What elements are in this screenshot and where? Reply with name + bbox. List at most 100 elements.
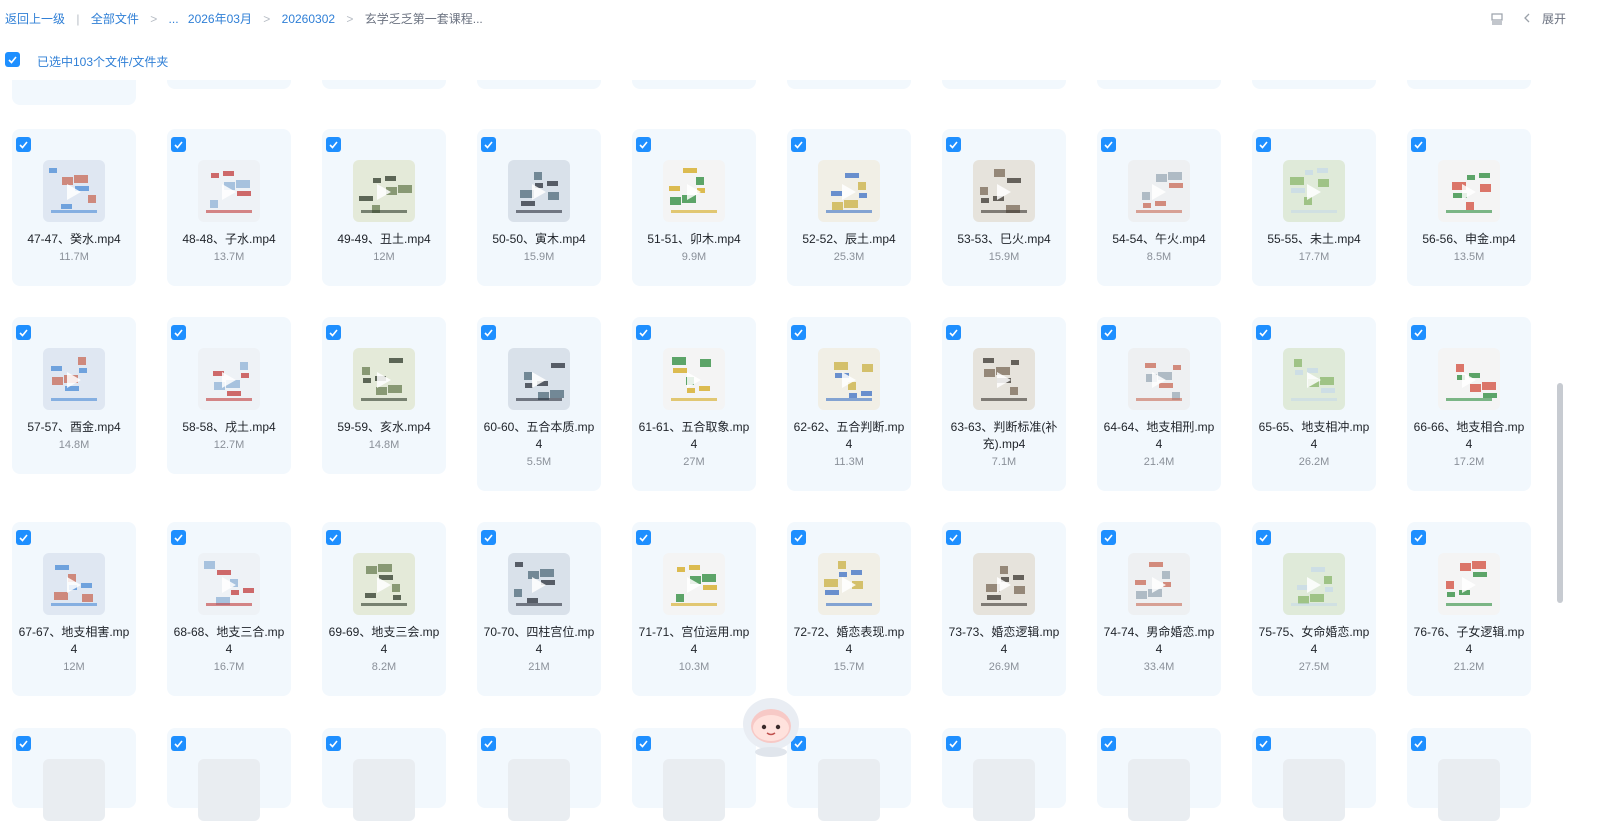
video-thumbnail[interactable]: [353, 160, 415, 222]
file-card-partial[interactable]: [12, 78, 136, 105]
expand-button[interactable]: 展开: [1542, 10, 1566, 27]
video-thumbnail[interactable]: [353, 348, 415, 410]
file-checkbox[interactable]: [946, 137, 961, 152]
video-thumbnail[interactable]: [1438, 553, 1500, 615]
breadcrumb-date[interactable]: 20260302: [282, 12, 335, 26]
video-thumbnail[interactable]: [818, 553, 880, 615]
file-card[interactable]: 61-61、五合取象.mp4 27M: [632, 317, 756, 491]
file-checkbox[interactable]: [636, 736, 651, 751]
file-checkbox[interactable]: [326, 736, 341, 751]
file-card[interactable]: 59-59、亥水.mp4 14.8M: [322, 317, 446, 474]
file-card[interactable]: 76-76、子女逻辑.mp4 21.2M: [1407, 522, 1531, 696]
video-thumbnail[interactable]: [1283, 553, 1345, 615]
file-checkbox[interactable]: [1256, 736, 1271, 751]
file-checkbox[interactable]: [946, 530, 961, 545]
file-checkbox[interactable]: [636, 325, 651, 340]
file-checkbox[interactable]: [1256, 530, 1271, 545]
video-thumbnail[interactable]: [1283, 348, 1345, 410]
file-card-partial[interactable]: [942, 728, 1066, 821]
file-checkbox[interactable]: [326, 325, 341, 340]
file-checkbox[interactable]: [481, 736, 496, 751]
file-checkbox[interactable]: [16, 325, 31, 340]
file-card[interactable]: 64-64、地支相刑.mp4 21.4M: [1097, 317, 1221, 491]
video-thumbnail[interactable]: [973, 759, 1035, 821]
video-thumbnail[interactable]: [973, 553, 1035, 615]
file-checkbox[interactable]: [326, 137, 341, 152]
video-thumbnail[interactable]: [43, 759, 105, 821]
file-card[interactable]: 47-47、癸水.mp4 11.7M: [12, 129, 136, 286]
file-card[interactable]: 58-58、戌土.mp4 12.7M: [167, 317, 291, 474]
file-checkbox[interactable]: [1101, 530, 1116, 545]
video-thumbnail[interactable]: [353, 759, 415, 821]
file-card[interactable]: 74-74、男命婚恋.mp4 33.4M: [1097, 522, 1221, 696]
file-card-partial[interactable]: [632, 728, 756, 821]
file-card-partial[interactable]: [1252, 728, 1376, 821]
video-thumbnail[interactable]: [663, 348, 725, 410]
video-thumbnail[interactable]: [43, 553, 105, 615]
file-card-partial[interactable]: [167, 728, 291, 821]
video-thumbnail[interactable]: [663, 553, 725, 615]
file-checkbox[interactable]: [171, 137, 186, 152]
file-checkbox[interactable]: [946, 736, 961, 751]
file-checkbox[interactable]: [791, 325, 806, 340]
video-thumbnail[interactable]: [1128, 160, 1190, 222]
file-card-partial[interactable]: [787, 728, 911, 821]
file-card-partial[interactable]: [477, 728, 601, 821]
video-thumbnail[interactable]: [508, 160, 570, 222]
file-card[interactable]: 68-68、地支三合.mp4 16.7M: [167, 522, 291, 696]
video-thumbnail[interactable]: [818, 348, 880, 410]
file-card[interactable]: 60-60、五合本质.mp4 5.5M: [477, 317, 601, 491]
file-card-partial[interactable]: [322, 728, 446, 821]
video-thumbnail[interactable]: [43, 348, 105, 410]
file-checkbox[interactable]: [1411, 736, 1426, 751]
video-thumbnail[interactable]: [1438, 759, 1500, 821]
file-card[interactable]: 53-53、巳火.mp4 15.9M: [942, 129, 1066, 286]
file-card[interactable]: 57-57、酉金.mp4 14.8M: [12, 317, 136, 474]
file-card[interactable]: 63-63、判断标准(补充).mp4 7.1M: [942, 317, 1066, 491]
file-card[interactable]: 51-51、卯木.mp4 9.9M: [632, 129, 756, 286]
file-checkbox[interactable]: [481, 137, 496, 152]
layout-icon[interactable]: [1491, 12, 1503, 25]
video-thumbnail[interactable]: [198, 553, 260, 615]
video-thumbnail[interactable]: [508, 759, 570, 821]
file-checkbox[interactable]: [636, 530, 651, 545]
file-checkbox[interactable]: [481, 325, 496, 340]
video-thumbnail[interactable]: [508, 553, 570, 615]
file-card[interactable]: 75-75、女命婚恋.mp4 27.5M: [1252, 522, 1376, 696]
file-card[interactable]: 71-71、宫位运用.mp4 10.3M: [632, 522, 756, 696]
file-card[interactable]: 54-54、午火.mp4 8.5M: [1097, 129, 1221, 286]
video-thumbnail[interactable]: [198, 759, 260, 821]
file-card-partial[interactable]: [1407, 728, 1531, 821]
breadcrumb-ellipsis[interactable]: ...: [169, 12, 179, 26]
video-thumbnail[interactable]: [353, 553, 415, 615]
file-checkbox[interactable]: [1411, 137, 1426, 152]
file-card[interactable]: 66-66、地支相合.mp4 17.2M: [1407, 317, 1531, 491]
assistant-mascot[interactable]: [739, 694, 803, 758]
file-checkbox[interactable]: [171, 530, 186, 545]
breadcrumb-month[interactable]: 2026年03月: [188, 10, 252, 27]
video-thumbnail[interactable]: [973, 160, 1035, 222]
file-checkbox[interactable]: [16, 137, 31, 152]
file-card[interactable]: 65-65、地支相冲.mp4 26.2M: [1252, 317, 1376, 491]
file-checkbox[interactable]: [1411, 530, 1426, 545]
file-checkbox[interactable]: [481, 530, 496, 545]
chevron-left-icon[interactable]: [1523, 12, 1531, 26]
video-thumbnail[interactable]: [1283, 759, 1345, 821]
file-checkbox[interactable]: [791, 137, 806, 152]
file-checkbox[interactable]: [171, 736, 186, 751]
file-card[interactable]: 55-55、未土.mp4 17.7M: [1252, 129, 1376, 286]
file-checkbox[interactable]: [1411, 325, 1426, 340]
breadcrumb-root[interactable]: 全部文件: [91, 10, 139, 27]
video-thumbnail[interactable]: [43, 160, 105, 222]
file-card[interactable]: 62-62、五合判断.mp4 11.3M: [787, 317, 911, 491]
file-checkbox[interactable]: [636, 137, 651, 152]
video-thumbnail[interactable]: [1128, 759, 1190, 821]
video-thumbnail[interactable]: [508, 348, 570, 410]
video-thumbnail[interactable]: [1438, 160, 1500, 222]
file-checkbox[interactable]: [1256, 325, 1271, 340]
file-card-partial[interactable]: [12, 728, 136, 821]
file-checkbox[interactable]: [1101, 736, 1116, 751]
select-all-checkbox[interactable]: [5, 52, 20, 67]
video-thumbnail[interactable]: [818, 759, 880, 821]
video-thumbnail[interactable]: [973, 348, 1035, 410]
